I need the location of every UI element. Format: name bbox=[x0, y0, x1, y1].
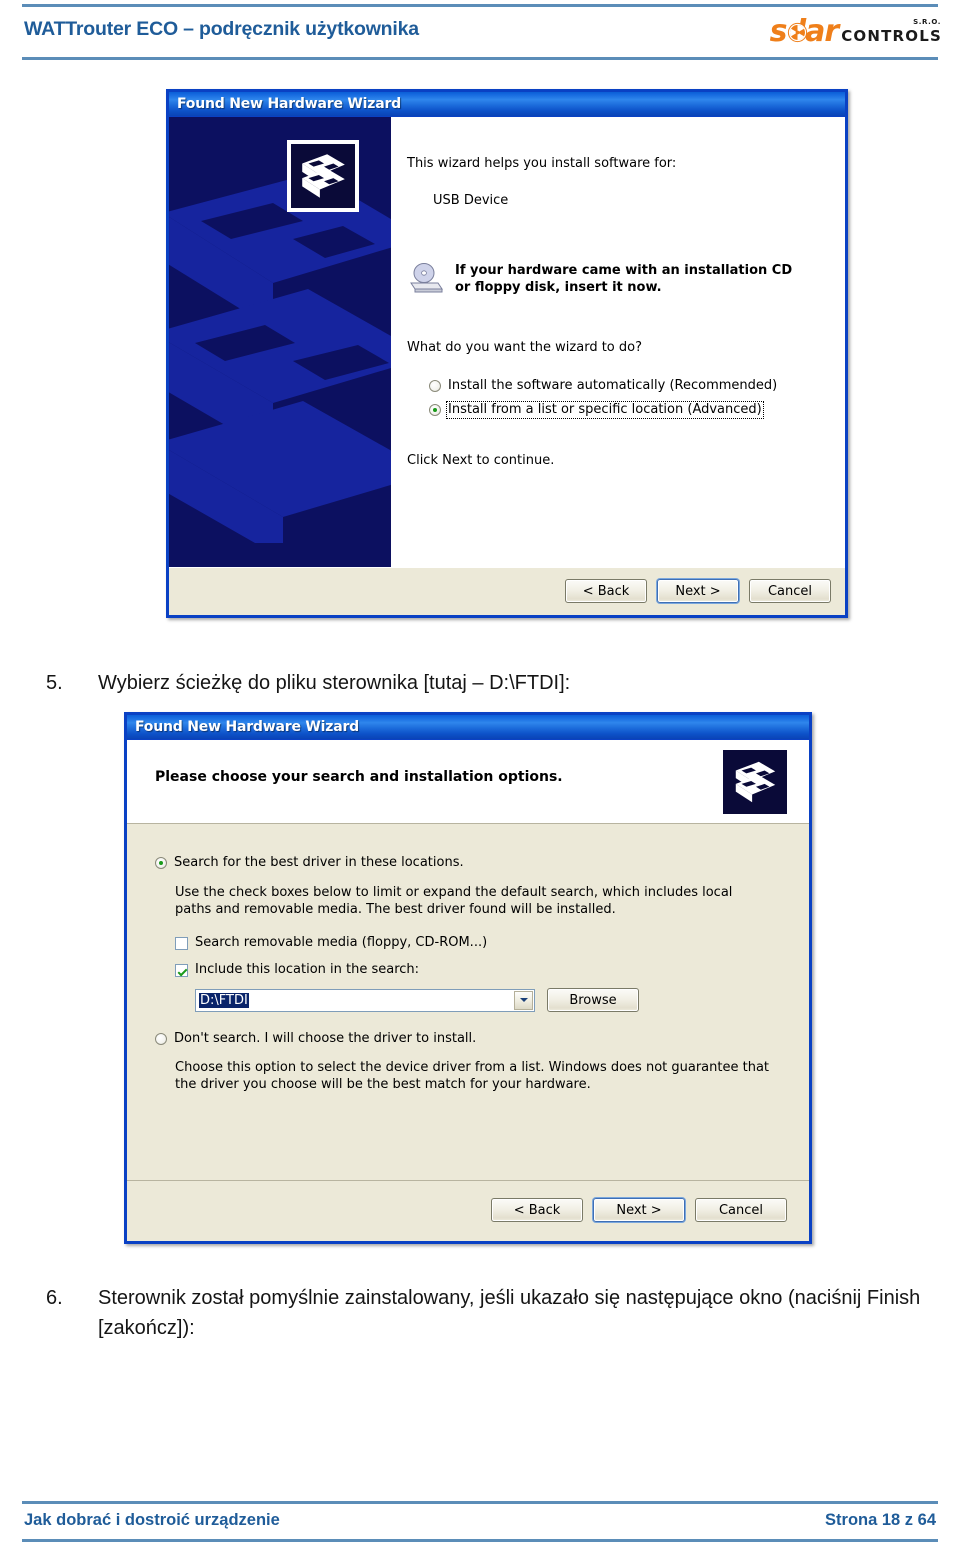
wizard-question-text: What do you want the wizard to do? bbox=[407, 340, 643, 355]
browse-button[interactable]: Browse bbox=[547, 988, 639, 1012]
wizard-hint-text: Click Next to continue. bbox=[407, 453, 555, 468]
dont-search-description: Choose this option to select the device … bbox=[175, 1059, 787, 1093]
logo-text-controls: CONTROLS bbox=[841, 27, 942, 45]
installation-cd-notice: If your hardware came with an installati… bbox=[407, 262, 827, 296]
radio-install-automatically-indicator[interactable] bbox=[429, 380, 441, 392]
back-button-2[interactable]: < Back bbox=[491, 1198, 583, 1222]
wizard-buttons-1: < Back Next > Cancel bbox=[565, 579, 831, 603]
checkbox-include-location[interactable]: Include this location in the search: bbox=[175, 962, 787, 978]
wizard-header-2: Please choose your search and installati… bbox=[127, 740, 809, 824]
step-6: 6. Sterownik został pomyślnie zainstalow… bbox=[46, 1283, 938, 1343]
window-titlebar-1[interactable]: Found New Hardware Wizard bbox=[169, 92, 845, 117]
step-5-number: 5. bbox=[46, 672, 63, 694]
wizard-sidebar-graphic bbox=[169, 117, 391, 568]
radio-install-automatically-label: Install the software automatically (Reco… bbox=[448, 378, 778, 393]
solar-controls-logo: s lar S.R.O. CONTROLS bbox=[770, 13, 942, 47]
footer-page-number: Strona 18 z 64 bbox=[825, 1511, 936, 1529]
dont-search-description-line-2: the driver you choose will be the best m… bbox=[175, 1077, 591, 1092]
chevron-down-icon[interactable] bbox=[514, 990, 533, 1010]
wizard-buttons-2: < Back Next > Cancel bbox=[491, 1198, 787, 1222]
radio-dont-search[interactable]: Don't search. I will choose the driver t… bbox=[155, 1031, 787, 1047]
radio-search-best-driver-label: Search for the best driver in these loca… bbox=[174, 855, 464, 870]
step-5-text: Wybierz ścieżkę do pliku sterownika [tut… bbox=[98, 672, 571, 694]
step-5: 5. Wybierz ścieżkę do pliku sterownika [… bbox=[46, 668, 926, 698]
cd-notice-line-1: If your hardware came with an installati… bbox=[455, 263, 793, 278]
header-rule-bottom bbox=[22, 57, 938, 60]
cancel-button-2[interactable]: Cancel bbox=[695, 1198, 787, 1222]
cd-notice-line-2: or floppy disk, insert it now. bbox=[455, 280, 662, 295]
radio-search-best-driver-indicator[interactable] bbox=[155, 857, 167, 869]
page-header: WATTrouter ECO – podręcznik użytkownika … bbox=[0, 0, 960, 62]
hardware-wizard-icon-2 bbox=[723, 750, 787, 814]
checkbox-search-removable-media-indicator[interactable] bbox=[175, 937, 188, 950]
logo-sro-text: S.R.O. bbox=[913, 18, 941, 26]
radio-install-from-list-indicator[interactable] bbox=[429, 404, 441, 416]
checkbox-search-removable-media[interactable]: Search removable media (floppy, CD-ROM..… bbox=[175, 935, 787, 951]
wizard-heading-2: Please choose your search and installati… bbox=[155, 769, 563, 785]
window-title-2: Found New Hardware Wizard bbox=[135, 719, 359, 735]
document-title: WATTrouter ECO – podręcznik użytkownika bbox=[24, 18, 419, 40]
wizard-intro-text: This wizard helps you install software f… bbox=[407, 156, 677, 171]
wizard-body-1: This wizard helps you install software f… bbox=[169, 117, 845, 568]
header-rule-top bbox=[22, 4, 938, 7]
wizard-body-2: Search for the best driver in these loca… bbox=[127, 825, 809, 1133]
radio-dont-search-label: Don't search. I will choose the driver t… bbox=[174, 1031, 477, 1046]
page-footer: Jak dobrać i dostroić urządzenie Strona … bbox=[0, 1479, 960, 1545]
search-description: Use the check boxes below to limit or ex… bbox=[175, 884, 787, 918]
checkbox-include-location-indicator[interactable] bbox=[175, 964, 188, 977]
radio-install-from-list[interactable]: Install from a list or specific location… bbox=[429, 401, 827, 419]
search-description-line-1: Use the check boxes below to limit or ex… bbox=[175, 885, 733, 900]
chevron-down-glyph bbox=[519, 998, 528, 1002]
logo-wordmark-solar: s lar bbox=[770, 17, 840, 47]
footer-rule-top bbox=[22, 1501, 938, 1504]
fan-icon bbox=[787, 22, 807, 43]
radio-dont-search-indicator[interactable] bbox=[155, 1033, 167, 1045]
wizard-content-1: This wizard helps you install software f… bbox=[391, 117, 845, 568]
footer-section-label: Jak dobrać i dostroić urządzenie bbox=[24, 1511, 280, 1529]
location-value: D:\FTDI bbox=[199, 992, 249, 1008]
footer-rule-bottom bbox=[22, 1539, 938, 1542]
logo-controls-block: S.R.O. CONTROLS bbox=[841, 18, 942, 47]
window-title-1: Found New Hardware Wizard bbox=[177, 96, 401, 112]
cd-drive-icon bbox=[410, 263, 443, 293]
wizard-buttonbar-2: < Back Next > Cancel bbox=[127, 1180, 809, 1241]
found-new-hardware-wizard-window-1[interactable]: Found New Hardware Wizard This wizard he… bbox=[166, 89, 848, 618]
hardware-wizard-glyph bbox=[302, 154, 345, 198]
radio-search-best-driver[interactable]: Search for the best driver in these loca… bbox=[155, 855, 787, 871]
checkbox-include-location-label: Include this location in the search: bbox=[195, 962, 420, 977]
hardware-wizard-icon bbox=[287, 140, 359, 212]
location-combobox[interactable]: D:\FTDI bbox=[195, 988, 535, 1012]
next-button-1[interactable]: Next > bbox=[657, 579, 739, 603]
hardware-wizard-glyph-2 bbox=[735, 761, 776, 803]
step-6-text: Sterownik został pomyślnie zainstalowany… bbox=[98, 1287, 921, 1339]
dont-search-description-line-1: Choose this option to select the device … bbox=[175, 1060, 770, 1075]
found-new-hardware-wizard-window-2[interactable]: Found New Hardware Wizard Please choose … bbox=[124, 712, 812, 1244]
radio-install-automatically[interactable]: Install the software automatically (Reco… bbox=[429, 378, 827, 394]
step-6-number: 6. bbox=[46, 1287, 63, 1309]
radio-install-from-list-label: Install from a list or specific location… bbox=[446, 401, 764, 419]
window-titlebar-2[interactable]: Found New Hardware Wizard bbox=[127, 715, 809, 740]
location-row: D:\FTDI Browse bbox=[195, 988, 787, 1012]
checkbox-search-removable-media-label: Search removable media (floppy, CD-ROM..… bbox=[195, 935, 488, 950]
next-button-2[interactable]: Next > bbox=[593, 1198, 685, 1222]
back-button-1[interactable]: < Back bbox=[565, 579, 647, 603]
wizard-buttonbar-1: < Back Next > Cancel bbox=[169, 567, 845, 615]
search-description-line-2: paths and removable media. The best driv… bbox=[175, 902, 616, 917]
wizard-device-name: USB Device bbox=[433, 193, 509, 208]
cancel-button-1[interactable]: Cancel bbox=[749, 579, 831, 603]
